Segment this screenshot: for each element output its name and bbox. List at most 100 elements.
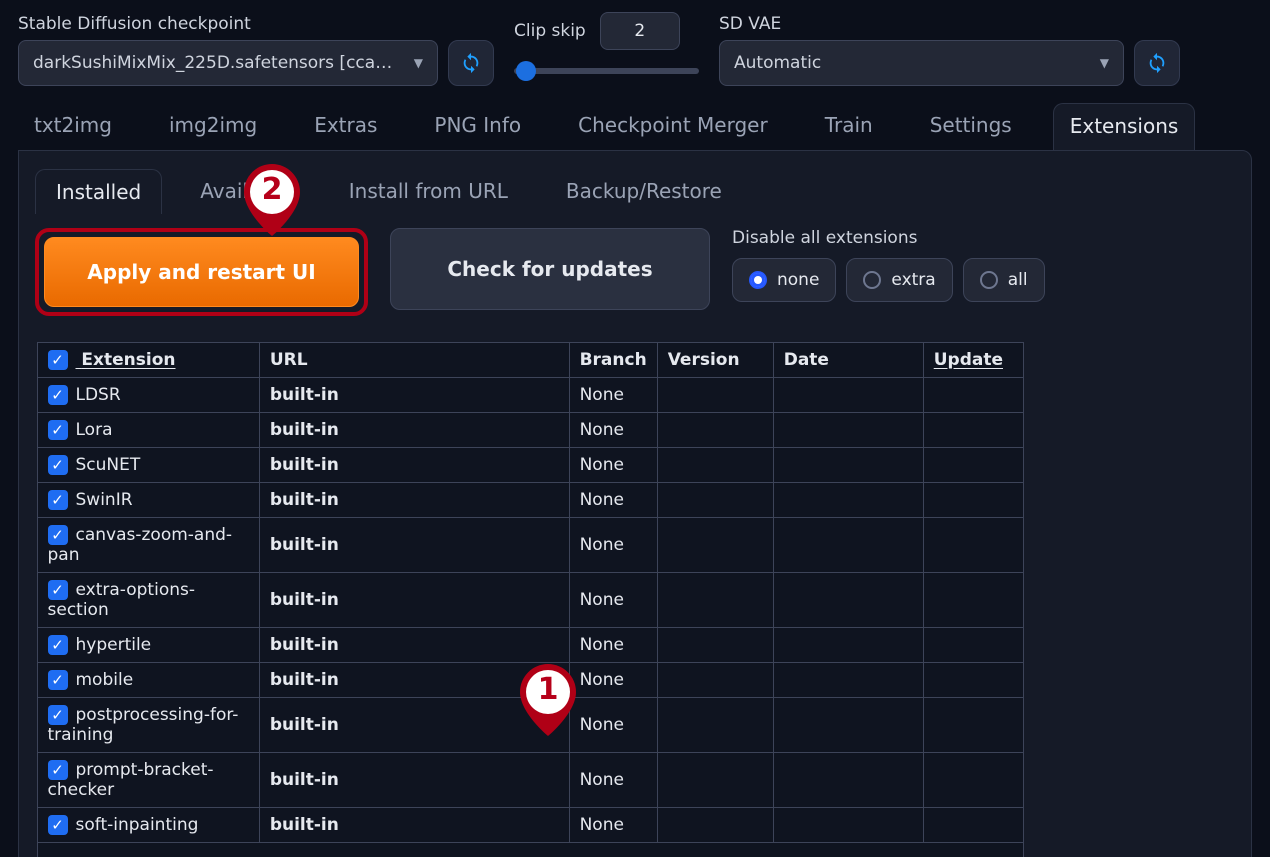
sd-checkpoint-value: darkSushiMixMix_225D.safetensors [cca17b…: [33, 53, 393, 73]
ext-branch-cell: None: [569, 808, 657, 843]
disable-option-all[interactable]: all: [963, 258, 1045, 302]
table-row: ✓SwinIRbuilt-inNone: [37, 483, 1023, 518]
clip-skip-col: Clip skip 2: [514, 12, 699, 86]
ext-update-cell: [923, 413, 1023, 448]
subtab-installed[interactable]: Installed: [35, 169, 162, 214]
row-checkbox[interactable]: ✓: [48, 420, 68, 440]
checkpoint-refresh-button[interactable]: [448, 40, 494, 86]
ext-name-cell: ✓prompt-bracket-checker: [37, 753, 259, 808]
ext-branch-cell: None: [569, 663, 657, 698]
col-header-update[interactable]: Update: [923, 343, 1023, 378]
ext-branch-cell: None: [569, 448, 657, 483]
sd-vae-label: SD VAE: [719, 14, 1180, 34]
action-row: Apply and restart UI 2 Check for updates…: [35, 228, 1235, 316]
row-checkbox[interactable]: ✓: [48, 705, 68, 725]
table-row: ✓prompt-bracket-checkerbuilt-inNone: [37, 753, 1023, 808]
clip-skip-value-box[interactable]: 2: [600, 12, 680, 50]
disable-option-none[interactable]: none: [732, 258, 836, 302]
ext-date-cell: [773, 378, 923, 413]
sd-checkpoint-label: Stable Diffusion checkpoint: [18, 14, 494, 34]
ext-version-cell: [657, 698, 773, 753]
vae-refresh-button[interactable]: [1134, 40, 1180, 86]
ext-date-cell: [773, 518, 923, 573]
ext-branch-cell: None: [569, 573, 657, 628]
clip-skip-label: Clip skip: [514, 21, 586, 41]
disable-option-extra[interactable]: extra: [846, 258, 952, 302]
col-header-extension[interactable]: ✓ Extension: [37, 343, 259, 378]
table-row: ✓hypertilebuilt-inNone: [37, 628, 1023, 663]
disable-extensions-label: Disable all extensions: [732, 228, 1045, 248]
tab-extras[interactable]: Extras: [298, 103, 393, 150]
ext-name-cell: ✓ mobile: [37, 663, 259, 698]
row-checkbox[interactable]: ✓: [48, 580, 68, 600]
tab-txt2img[interactable]: txt2img: [18, 103, 128, 150]
ext-date-cell: [773, 698, 923, 753]
row-checkbox[interactable]: ✓: [48, 815, 68, 835]
tab-png-info[interactable]: PNG Info: [418, 103, 537, 150]
col-header-branch[interactable]: Branch: [569, 343, 657, 378]
col-header-extension-label: Extension: [81, 350, 175, 370]
ext-date-cell: [773, 628, 923, 663]
ext-branch-cell: None: [569, 628, 657, 663]
ext-version-cell: [657, 483, 773, 518]
ext-version-cell: [657, 378, 773, 413]
ext-version-cell: [657, 663, 773, 698]
apply-restart-button[interactable]: Apply and restart UI: [44, 237, 359, 307]
ext-url-cell: built-in: [259, 753, 569, 808]
col-header-url[interactable]: URL: [259, 343, 569, 378]
disable-option-label: none: [777, 270, 819, 290]
ext-version-cell: [657, 808, 773, 843]
subtab-available[interactable]: Available: [180, 169, 311, 214]
subtab-install-from-url[interactable]: Install from URL: [329, 169, 528, 214]
table-row: ✓soft-inpaintingbuilt-inNone: [37, 808, 1023, 843]
slider-thumb[interactable]: [516, 61, 536, 81]
row-checkbox[interactable]: ✓: [48, 385, 68, 405]
check-icon[interactable]: ✓: [48, 350, 68, 370]
radio-dot-icon: [980, 271, 998, 289]
tab-train[interactable]: Train: [809, 103, 889, 150]
ext-url-cell: built-in: [259, 698, 569, 753]
sd-vae-col: SD VAE Automatic ▼: [719, 14, 1180, 86]
check-updates-button[interactable]: Check for updates: [390, 228, 710, 310]
ext-date-cell: [773, 663, 923, 698]
row-checkbox[interactable]: ✓: [48, 525, 68, 545]
caret-down-icon: ▼: [1100, 56, 1109, 70]
row-checkbox[interactable]: ✓: [48, 760, 68, 780]
col-header-version[interactable]: Version: [657, 343, 773, 378]
tab-extensions[interactable]: Extensions: [1053, 103, 1196, 150]
ext-branch-cell: None: [569, 483, 657, 518]
ext-name-cell: ✓ SwinIR: [37, 483, 259, 518]
table-row: ✓mobilebuilt-inNone: [37, 663, 1023, 698]
ext-name: ScuNET: [76, 455, 141, 475]
ext-name: postprocessing-for-training: [48, 705, 239, 745]
sd-vae-select[interactable]: Automatic ▼: [719, 40, 1124, 86]
disable-option-label: all: [1008, 270, 1028, 290]
col-header-date[interactable]: Date: [773, 343, 923, 378]
ext-name-cell: ✓soft-inpainting: [37, 808, 259, 843]
ext-branch-cell: None: [569, 698, 657, 753]
tab-settings[interactable]: Settings: [914, 103, 1028, 150]
tab-img2img[interactable]: img2img: [153, 103, 273, 150]
tab-checkpoint-merger[interactable]: Checkpoint Merger: [562, 103, 784, 150]
disable-option-label: extra: [891, 270, 935, 290]
ext-name: mobile: [76, 670, 134, 690]
row-checkbox[interactable]: ✓: [48, 635, 68, 655]
ext-version-cell: [657, 518, 773, 573]
clip-skip-slider[interactable]: [514, 56, 699, 86]
ext-name-cell: ✓ hypertile: [37, 628, 259, 663]
row-checkbox[interactable]: ✓: [48, 490, 68, 510]
table-row: ✓extra-options-sectionbuilt-inNone: [37, 573, 1023, 628]
ext-update-cell: [923, 448, 1023, 483]
ext-branch-cell: None: [569, 413, 657, 448]
ext-branch-cell: None: [569, 378, 657, 413]
ext-update-cell: [923, 628, 1023, 663]
subtab-backup-restore[interactable]: Backup/Restore: [546, 169, 742, 214]
ext-name: SwinIR: [76, 490, 133, 510]
sd-vae-value: Automatic: [734, 53, 821, 73]
sd-checkpoint-select[interactable]: darkSushiMixMix_225D.safetensors [cca17b…: [18, 40, 438, 86]
row-checkbox[interactable]: ✓: [48, 670, 68, 690]
ext-name-cell: ✓canvas-zoom-and-pan: [37, 518, 259, 573]
caret-down-icon: ▼: [414, 56, 423, 70]
ext-name: hypertile: [76, 635, 152, 655]
row-checkbox[interactable]: ✓: [48, 455, 68, 475]
